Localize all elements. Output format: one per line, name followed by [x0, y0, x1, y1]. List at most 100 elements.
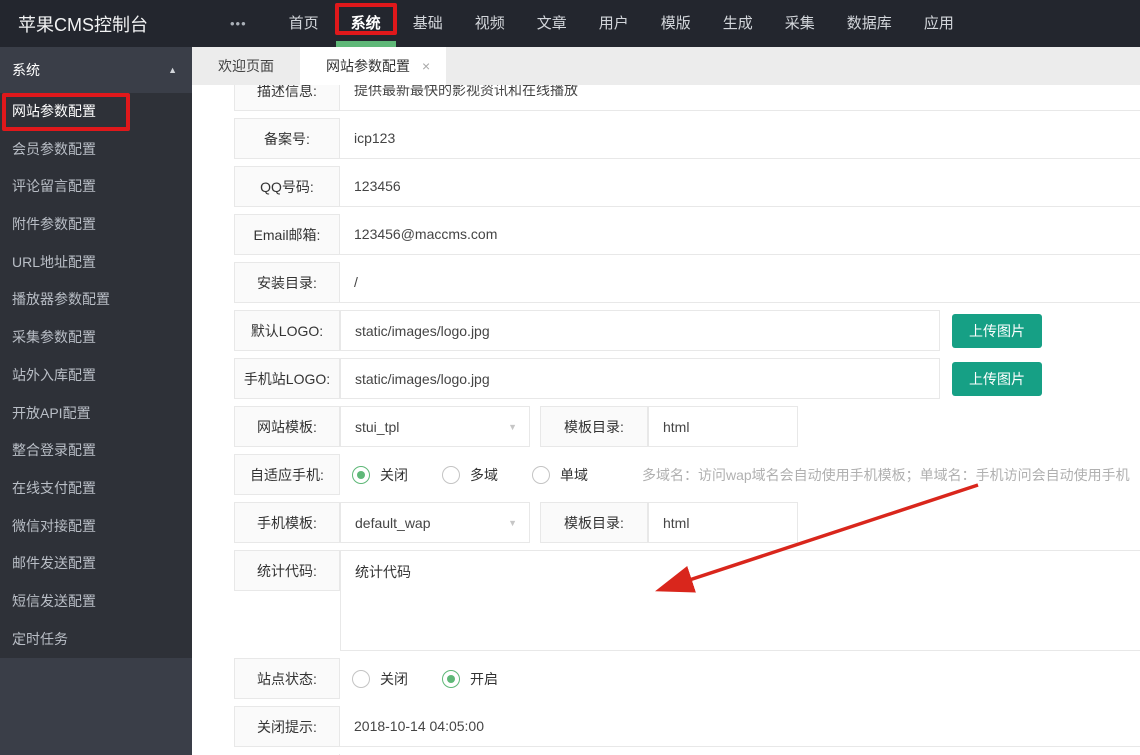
sidebar-item-label: 网站参数配置: [12, 103, 96, 119]
sidebar-item-url-config[interactable]: URL地址配置: [0, 244, 192, 282]
field-label: 站点状态:: [234, 658, 340, 699]
more-menu-icon[interactable]: •••: [230, 16, 247, 31]
sidebar-item-sms-config[interactable]: 短信发送配置: [0, 583, 192, 621]
form-row-default-logo: 默认LOGO: static/images/logo.jpg 上传图片: [234, 310, 1140, 351]
form-panel: 描述信息: 提供最新最快的影视资讯和在线播放 备案号: icp123 QQ号码:…: [192, 85, 1140, 755]
radio-label: 单域: [560, 465, 588, 485]
sidebar-item-attachment-config[interactable]: 附件参数配置: [0, 206, 192, 244]
mobile-template-select[interactable]: default_wap ▼: [340, 502, 530, 543]
radio-label: 关闭: [380, 669, 408, 689]
description-input[interactable]: 提供最新最快的影视资讯和在线播放: [340, 85, 1140, 111]
form-row-qq: QQ号码: 123456: [234, 166, 1140, 207]
tabbar: 欢迎页面 网站参数配置 ×: [192, 47, 1140, 85]
sidebar-item-email-config[interactable]: 邮件发送配置: [0, 545, 192, 583]
field-label: 备案号:: [234, 118, 340, 159]
tab-site-config[interactable]: 网站参数配置 ×: [300, 47, 446, 85]
select-value: stui_tpl: [355, 419, 399, 435]
active-nav-underline: [336, 41, 396, 47]
top-navigation: ••• 首页 系统 基础 视频 文章 用户 模版 生成 采集 数据库 应用: [230, 0, 970, 47]
sidebar-item-integrated-login-config[interactable]: 整合登录配置: [0, 432, 192, 470]
form-row-icp: 备案号: icp123: [234, 118, 1140, 159]
chevron-down-icon: ▼: [508, 518, 517, 528]
field-label: 统计代码:: [234, 550, 340, 591]
radio-option-open[interactable]: 开启: [442, 669, 498, 689]
sidebar-item-player-config[interactable]: 播放器参数配置: [0, 281, 192, 319]
topnav-item-home[interactable]: 首页: [273, 0, 335, 47]
chevron-down-icon: ▼: [508, 422, 517, 432]
radio-option-multi-domain[interactable]: 多域: [442, 465, 498, 485]
default-logo-input[interactable]: static/images/logo.jpg: [340, 310, 940, 351]
mobile-template-dir-input[interactable]: html: [648, 502, 798, 543]
email-input[interactable]: 123456@maccms.com: [340, 214, 1140, 255]
close-icon[interactable]: ×: [422, 47, 430, 85]
form-row-site-status: 站点状态: 关闭 开启: [234, 658, 1140, 699]
close-tip-input[interactable]: 2018-10-14 04:05:00: [340, 706, 1140, 747]
field-hint: 多域名：访问wap域名会自动使用手机模板；单域名：手机访问会自动使用手机: [642, 465, 1130, 485]
radio-unchecked-icon: [352, 670, 370, 688]
site-status-radio-group: 关闭 开启: [340, 658, 1140, 699]
sidebar-item-collect-config[interactable]: 采集参数配置: [0, 319, 192, 357]
mobile-logo-input[interactable]: static/images/logo.jpg: [340, 358, 940, 399]
radio-unchecked-icon: [442, 466, 460, 484]
radio-label: 开启: [470, 669, 498, 689]
sidebar-item-online-pay-config[interactable]: 在线支付配置: [0, 470, 192, 508]
form-row-install-dir: 安装目录: /: [234, 262, 1140, 303]
stats-code-textarea[interactable]: 统计代码: [340, 550, 1140, 651]
qq-number-input[interactable]: 123456: [340, 166, 1140, 207]
field-label: 模板目录:: [540, 406, 648, 447]
form-row-site-template: 网站模板: stui_tpl ▼ 模板目录: html: [234, 406, 1140, 447]
field-label: 网站模板:: [234, 406, 340, 447]
form-row-adaptive-mobile: 自适应手机: 关闭 多域 单域 多域名：访问wap域名会自动使用手机模板；单域名…: [234, 454, 1140, 495]
sidebar-item-external-import-config[interactable]: 站外入库配置: [0, 357, 192, 395]
radio-checked-icon: [442, 670, 460, 688]
sidebar-group-title: 系统: [12, 60, 40, 80]
form-row-description: 描述信息: 提供最新最快的影视资讯和在线播放: [234, 85, 1140, 111]
topnav-item-video[interactable]: 视频: [459, 0, 521, 47]
radio-label: 多域: [470, 465, 498, 485]
radio-option-close[interactable]: 关闭: [352, 669, 408, 689]
site-template-select[interactable]: stui_tpl ▼: [340, 406, 530, 447]
form-row-close-tip: 关闭提示: 2018-10-14 04:05:00: [234, 706, 1140, 747]
field-label: 手机站LOGO:: [234, 358, 340, 399]
field-label: 描述信息:: [234, 85, 340, 111]
sidebar-item-comment-config[interactable]: 评论留言配置: [0, 168, 192, 206]
topnav-item-template[interactable]: 模版: [645, 0, 707, 47]
install-dir-input[interactable]: /: [340, 262, 1140, 303]
sidebar-group-system[interactable]: 系统 ▲: [0, 47, 192, 93]
form-row-email: Email邮箱: 123456@maccms.com: [234, 214, 1140, 255]
topbar: 苹果CMS控制台 ••• 首页 系统 基础 视频 文章 用户 模版 生成 采集 …: [0, 0, 1140, 47]
topnav-item-system[interactable]: 系统: [335, 0, 397, 47]
sidebar-item-member-config[interactable]: 会员参数配置: [0, 131, 192, 169]
sidebar-item-scheduled-tasks[interactable]: 定时任务: [0, 621, 192, 659]
topnav-item-article[interactable]: 文章: [521, 0, 583, 47]
radio-option-close[interactable]: 关闭: [352, 465, 408, 485]
upload-image-button[interactable]: 上传图片: [952, 362, 1042, 396]
form-row-mobile-logo: 手机站LOGO: static/images/logo.jpg 上传图片: [234, 358, 1140, 399]
icp-number-input[interactable]: icp123: [340, 118, 1140, 159]
tab-welcome[interactable]: 欢迎页面: [192, 47, 300, 85]
sidebar-item-wechat-config[interactable]: 微信对接配置: [0, 508, 192, 546]
select-value: default_wap: [355, 515, 431, 531]
sidebar-item-open-api-config[interactable]: 开放API配置: [0, 395, 192, 433]
radio-unchecked-icon: [532, 466, 550, 484]
chevron-up-icon: ▲: [168, 65, 177, 75]
field-label: Email邮箱:: [234, 214, 340, 255]
sidebar: 系统 ▲ 网站参数配置 会员参数配置 评论留言配置 附件参数配置 URL地址配置…: [0, 47, 192, 755]
template-dir-input[interactable]: html: [648, 406, 798, 447]
field-label: 自适应手机:: [234, 454, 340, 495]
radio-option-single-domain[interactable]: 单域: [532, 465, 588, 485]
sidebar-item-site-config[interactable]: 网站参数配置: [0, 93, 192, 131]
radio-checked-icon: [352, 466, 370, 484]
topnav-item-collect[interactable]: 采集: [769, 0, 831, 47]
topnav-item-user[interactable]: 用户: [583, 0, 645, 47]
field-label: 模板目录:: [540, 502, 648, 543]
topnav-item-app[interactable]: 应用: [908, 0, 970, 47]
radio-label: 关闭: [380, 465, 408, 485]
topnav-item-generate[interactable]: 生成: [707, 0, 769, 47]
topnav-item-base[interactable]: 基础: [397, 0, 459, 47]
upload-image-button[interactable]: 上传图片: [952, 314, 1042, 348]
topnav-item-database[interactable]: 数据库: [831, 0, 908, 47]
form-row-stats-code: 统计代码: 统计代码: [234, 550, 1140, 651]
field-label: 安装目录:: [234, 262, 340, 303]
field-label: 手机模板:: [234, 502, 340, 543]
